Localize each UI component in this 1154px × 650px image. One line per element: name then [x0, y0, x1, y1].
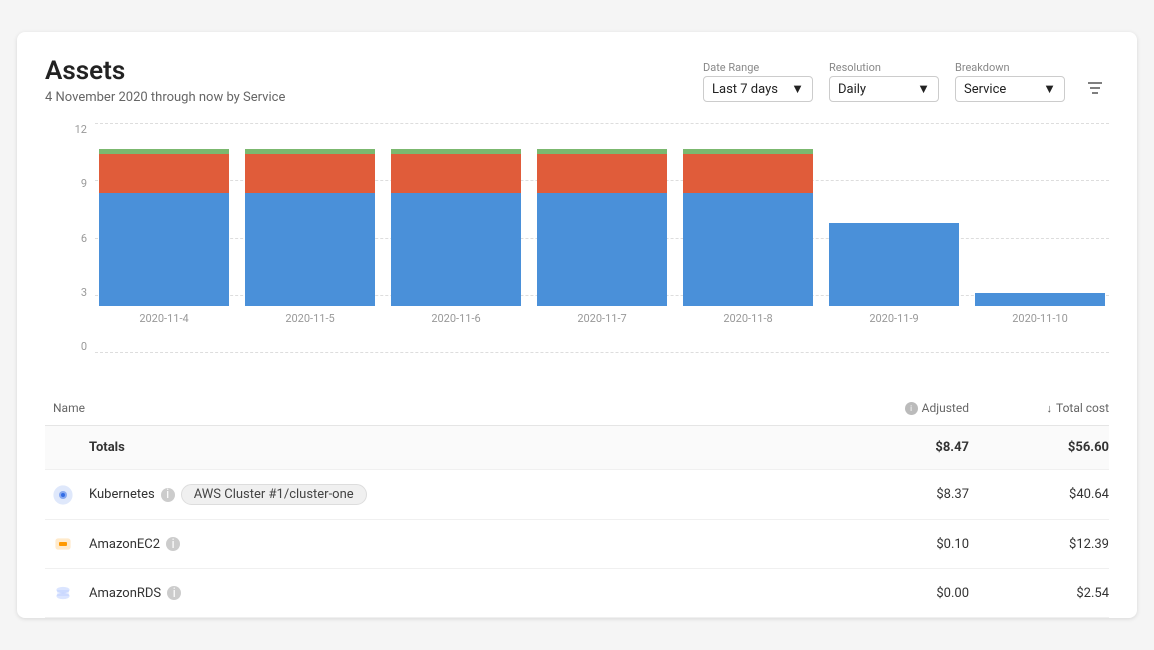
bar-stack	[537, 149, 667, 306]
bar-segment-red	[537, 154, 667, 192]
y-axis: 0 3 6 9 12	[45, 123, 93, 353]
bar-segment-blue	[537, 193, 667, 306]
resolution-control: Resolution Daily ▼	[829, 61, 939, 102]
row-name: AmazonRDS i	[81, 586, 829, 601]
row-adjusted: $0.10	[829, 537, 969, 552]
row-name: AmazonEC2 i	[81, 537, 829, 552]
main-card: Assets 4 November 2020 through now by Se…	[17, 32, 1137, 618]
date-range-value: Last 7 days	[712, 82, 778, 97]
row-name: Kubernetes i AWS Cluster #1/cluster-one	[81, 484, 829, 505]
bars-container: 2020-11-4 2020-11-5 2020-11-6 2020-11-7 2020…	[95, 123, 1109, 353]
bar-stack	[99, 149, 229, 306]
chevron-down-icon: ▼	[1043, 81, 1056, 97]
breakdown-control: Breakdown Service ▼	[955, 61, 1065, 102]
bar-label: 2020-11-6	[431, 312, 480, 325]
bar-label: 2020-11-10	[1012, 312, 1068, 325]
row-name-label: Kubernetes	[89, 487, 155, 502]
bar-label: 2020-11-8	[723, 312, 772, 325]
y-tick: 3	[81, 286, 87, 299]
resolution-select[interactable]: Daily ▼	[829, 76, 939, 102]
bar-segment-blue	[99, 193, 229, 306]
info-icon[interactable]: i	[167, 586, 181, 600]
col-name-header: Name	[45, 401, 829, 415]
date-range-label: Date Range	[703, 61, 813, 74]
bar-label: 2020-11-7	[577, 312, 626, 325]
bar-label: 2020-11-4	[139, 312, 188, 325]
col-totalcost-header: ↓ Total cost	[969, 401, 1109, 415]
resolution-label: Resolution	[829, 61, 939, 74]
controls-area: Date Range Last 7 days ▼ Resolution Dail…	[703, 56, 1109, 107]
bar-group: 2020-11-10	[971, 293, 1109, 325]
chevron-down-icon: ▼	[791, 81, 804, 97]
resolution-value: Daily	[838, 82, 866, 97]
page-title: Assets	[45, 56, 285, 86]
breakdown-value: Service	[964, 82, 1006, 97]
bar-segment-red	[99, 154, 229, 192]
bar-stack	[829, 223, 959, 306]
bar-segment-red	[391, 154, 521, 192]
row-name-label: AmazonEC2	[89, 537, 160, 552]
data-rows: Kubernetes i AWS Cluster #1/cluster-one …	[45, 470, 1109, 618]
bar-group: 2020-11-8	[679, 149, 817, 325]
row-icon-ec2	[45, 534, 81, 554]
bar-label: 2020-11-5	[285, 312, 334, 325]
row-adjusted: $8.37	[829, 487, 969, 502]
bar-segment-red	[245, 154, 375, 192]
y-tick: 6	[81, 232, 87, 245]
info-icon[interactable]: i	[905, 402, 918, 415]
bar-stack	[975, 293, 1105, 306]
row-totalcost: $12.39	[969, 537, 1109, 552]
bar-group: 2020-11-4	[95, 149, 233, 325]
bar-segment-red	[683, 154, 813, 192]
bar-group: 2020-11-5	[241, 149, 379, 325]
header: Assets 4 November 2020 through now by Se…	[45, 56, 1109, 107]
col-adjusted-header: i Adjusted	[829, 401, 969, 415]
bar-group: 2020-11-9	[825, 223, 963, 325]
table-header: Name i Adjusted ↓ Total cost	[45, 391, 1109, 426]
y-tick: 9	[81, 177, 87, 190]
bar-segment-blue	[683, 193, 813, 306]
totals-row: Totals $8.47 $56.60	[45, 426, 1109, 470]
totals-totalcost: $56.60	[969, 440, 1109, 455]
table-row: Kubernetes i AWS Cluster #1/cluster-one …	[45, 470, 1109, 520]
chart-area: 0 3 6 9 12 2020-11-42020-11-52020-11-620…	[45, 123, 1109, 383]
cluster-badge: AWS Cluster #1/cluster-one	[181, 484, 367, 505]
date-range-select[interactable]: Last 7 days ▼	[703, 76, 813, 102]
row-icon-rds	[45, 583, 81, 603]
bar-stack	[245, 149, 375, 306]
row-totalcost: $2.54	[969, 586, 1109, 601]
info-icon[interactable]: i	[161, 488, 175, 502]
totals-name: Totals	[81, 440, 829, 455]
breakdown-select[interactable]: Service ▼	[955, 76, 1065, 102]
bar-group: 2020-11-6	[387, 149, 525, 325]
bar-segment-blue	[829, 223, 959, 306]
bar-group: 2020-11-7	[533, 149, 671, 325]
row-name-label: AmazonRDS	[89, 586, 161, 601]
row-icon-kubernetes	[45, 485, 81, 505]
bar-label: 2020-11-9	[869, 312, 918, 325]
bar-segment-blue	[391, 193, 521, 306]
row-adjusted: $0.00	[829, 586, 969, 601]
bar-segment-blue	[245, 193, 375, 306]
bar-segment-blue	[975, 293, 1105, 306]
y-tick: 0	[81, 340, 87, 353]
info-icon[interactable]: i	[166, 537, 180, 551]
y-tick: 12	[75, 123, 87, 136]
chevron-down-icon: ▼	[917, 81, 930, 97]
bar-stack	[683, 149, 813, 306]
date-range-control: Date Range Last 7 days ▼	[703, 61, 813, 102]
filter-icon[interactable]	[1081, 74, 1109, 107]
page-subtitle: 4 November 2020 through now by Service	[45, 90, 285, 105]
title-block: Assets 4 November 2020 through now by Se…	[45, 56, 285, 105]
breakdown-label: Breakdown	[955, 61, 1065, 74]
totals-adjusted: $8.47	[829, 440, 969, 455]
sort-icon[interactable]: ↓	[1046, 402, 1052, 415]
bar-stack	[391, 149, 521, 306]
table-section: Name i Adjusted ↓ Total cost Totals $8.4…	[45, 391, 1109, 618]
table-row: AmazonEC2 i $0.10 $12.39	[45, 520, 1109, 569]
row-totalcost: $40.64	[969, 487, 1109, 502]
table-row: AmazonRDS i $0.00 $2.54	[45, 569, 1109, 618]
